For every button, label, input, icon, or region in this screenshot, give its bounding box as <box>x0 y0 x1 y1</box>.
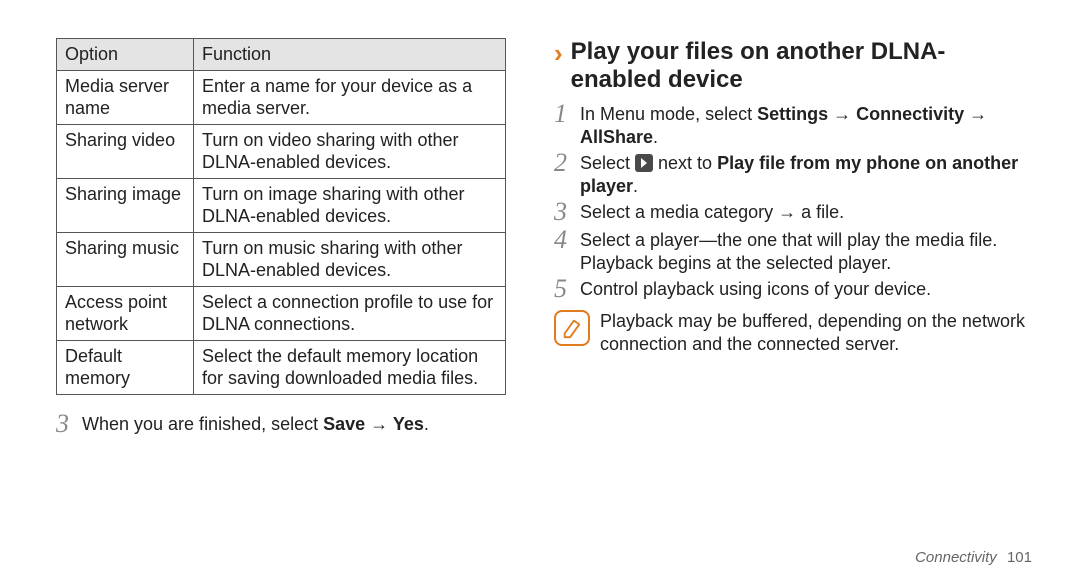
function-cell: Select the default memory location for s… <box>194 340 506 394</box>
options-table: Option Function Media server name Enter … <box>56 38 506 395</box>
play-next-icon <box>635 154 653 172</box>
step-text: Select <box>580 153 635 173</box>
step-body: Select a media category → a file. <box>580 201 1032 224</box>
step-3-left: 3 When you are finished, select Save → Y… <box>56 413 506 437</box>
option-cell: Sharing video <box>57 124 194 178</box>
option-cell: Access point network <box>57 286 194 340</box>
option-cell: Sharing music <box>57 232 194 286</box>
step-4: 4 Select a player—the one that will play… <box>554 229 1032 274</box>
note-icon <box>554 310 590 346</box>
step-2: 2 Select next to Play file from my phone… <box>554 152 1032 197</box>
page-footer: Connectivity 101 <box>915 549 1032 568</box>
left-column: Option Function Media server name Enter … <box>56 38 506 562</box>
step-text: In Menu mode, select <box>580 104 757 124</box>
function-cell: Select a connection profile to use for D… <box>194 286 506 340</box>
option-cell: Media server name <box>57 70 194 124</box>
table-row: Access point network Select a connection… <box>57 286 506 340</box>
step-5: 5 Control playback using icons of your d… <box>554 278 1032 302</box>
right-column: › Play your files on another DLNA-enable… <box>554 38 1032 562</box>
footer-section: Connectivity <box>915 549 997 566</box>
table-header-function: Function <box>194 39 506 71</box>
step-number: 2 <box>554 150 580 176</box>
step-body: Select next to Play file from my phone o… <box>580 152 1032 197</box>
step-3: 3 Select a media category → a file. <box>554 201 1032 225</box>
table-header-option: Option <box>57 39 194 71</box>
step-body: When you are finished, select Save → Yes… <box>82 413 506 436</box>
heading-text: Play your files on another DLNA-enabled … <box>571 38 1032 93</box>
step-text-end: . <box>653 127 658 147</box>
step-bold: Save → Yes <box>323 414 424 434</box>
table-row: Sharing music Turn on music sharing with… <box>57 232 506 286</box>
manual-page: Option Function Media server name Enter … <box>0 0 1080 586</box>
function-cell: Turn on image sharing with other DLNA-en… <box>194 178 506 232</box>
note: Playback may be buffered, depending on t… <box>554 310 1032 355</box>
step-text: When you are finished, select <box>82 414 323 434</box>
step-number: 3 <box>554 199 580 225</box>
step-number: 4 <box>554 227 580 253</box>
table-row: Sharing video Turn on video sharing with… <box>57 124 506 178</box>
footer-page-number: 101 <box>1007 549 1032 566</box>
step-body: Control playback using icons of your dev… <box>580 278 1032 301</box>
option-cell: Sharing image <box>57 178 194 232</box>
step-text-mid: next to <box>653 153 717 173</box>
chevron-right-icon: › <box>554 40 563 66</box>
section-heading: › Play your files on another DLNA-enable… <box>554 38 1032 93</box>
step-text-end: . <box>633 176 638 196</box>
function-cell: Enter a name for your device as a media … <box>194 70 506 124</box>
table-row: Default memory Select the default memory… <box>57 340 506 394</box>
table-row: Sharing image Turn on image sharing with… <box>57 178 506 232</box>
step-text-end: . <box>424 414 429 434</box>
note-text: Playback may be buffered, depending on t… <box>600 310 1032 355</box>
step-number: 5 <box>554 276 580 302</box>
step-1: 1 In Menu mode, select Settings → Connec… <box>554 103 1032 148</box>
step-body: Select a player—the one that will play t… <box>580 229 1032 274</box>
option-cell: Default memory <box>57 340 194 394</box>
step-number: 3 <box>56 411 82 437</box>
step-number: 1 <box>554 101 580 127</box>
function-cell: Turn on video sharing with other DLNA-en… <box>194 124 506 178</box>
function-cell: Turn on music sharing with other DLNA-en… <box>194 232 506 286</box>
step-body: In Menu mode, select Settings → Connecti… <box>580 103 1032 148</box>
table-row: Media server name Enter a name for your … <box>57 70 506 124</box>
